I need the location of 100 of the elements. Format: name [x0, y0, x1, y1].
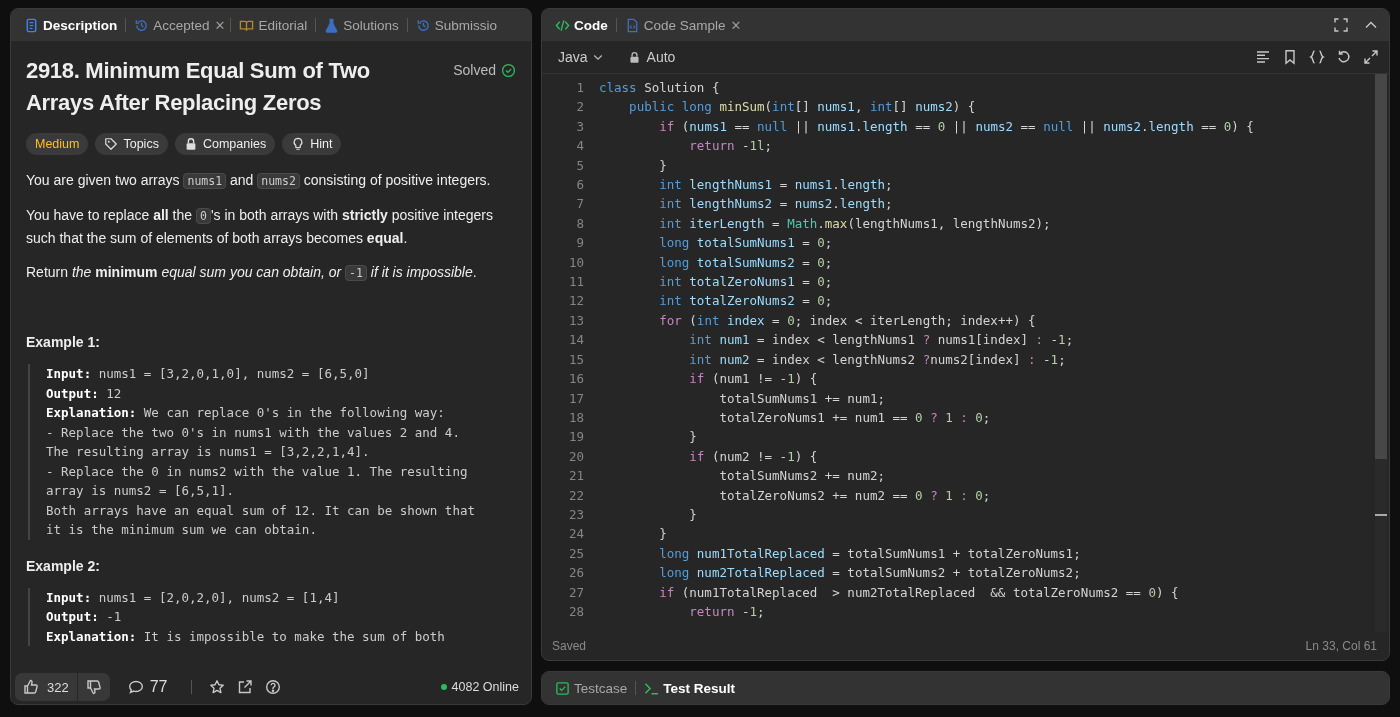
thumbs-down-icon	[85, 679, 102, 695]
line-number: 26	[567, 564, 584, 583]
tag-chip[interactable]: Hint	[282, 133, 342, 155]
example-line: Explanation: It is impossible to make the sum of both	[46, 627, 446, 646]
help-icon[interactable]	[264, 679, 281, 695]
save-status: Saved	[552, 639, 587, 653]
undo-icon[interactable]	[1336, 49, 1352, 65]
share-icon[interactable]	[236, 679, 253, 695]
example-heading: Example 1:	[26, 334, 101, 350]
lightbulb-icon	[291, 137, 306, 151]
panel-tab[interactable]: Solutions	[321, 17, 402, 33]
example-line: Input: nums1 = [3,2,0,1,0], nums2 = [6,5,0]	[46, 365, 371, 383]
panel-tab[interactable]: Editorial	[236, 17, 311, 33]
line-number: 8	[575, 214, 584, 233]
line-number: 24	[567, 525, 584, 544]
code-line: public long minSum(int[] nums1, int[] nums2) {	[628, 98, 977, 117]
comment-icon	[127, 679, 144, 695]
description-paragraph: You have to replace all the 0 's in both arrays with strictly positive integers such that the sum of elements of both arrays becomes equal.	[26, 206, 494, 248]
panel-tab[interactable]: Test Result	[641, 680, 739, 696]
problem-title: 2918. Minimum Equal Sum of Two Arrays After Replacing Zeros	[26, 57, 371, 117]
example-line: Both arrays have an equal sum of 12. It can be shown that it is the minimum sum we can obtain.	[46, 501, 476, 539]
line-number: 11	[567, 273, 584, 292]
description-paragraph: Return the minimum equal sum you can obtain, or -1 if it is impossible.	[26, 263, 478, 283]
code-line: }	[688, 505, 698, 524]
tag-icon	[104, 137, 119, 151]
example-line: Output: 12	[46, 384, 123, 403]
history-icon	[134, 17, 150, 33]
code-line: long num2TotalReplaced = totalSumNums2 + totalZeroNums2;	[658, 564, 1082, 583]
difficulty-badge: Medium	[26, 133, 89, 155]
code-line: if (num1 != -1) {	[688, 370, 819, 389]
example-line: Explanation: We can replace 0's in the following way:	[46, 404, 446, 422]
code-line: totalSumNums1 += num1;	[718, 389, 886, 408]
checkbox-icon	[555, 680, 570, 696]
code-line: if (num1TotalReplaced > num2TotalReplaced && totalZeroNums2 == 0) {	[658, 583, 1180, 602]
thumbs-up-icon	[23, 679, 39, 695]
fullscreen-icon[interactable]	[1333, 17, 1349, 33]
solved-label: Solved	[453, 62, 496, 78]
code-line: for (int index = 0; index < iterLength; index++) {	[658, 311, 1037, 330]
code-line: }	[688, 428, 698, 447]
line-number: 9	[575, 234, 584, 253]
code-line: long totalSumNums2 = 0;	[658, 253, 834, 272]
code-line: class Solution {	[599, 79, 721, 97]
code-line: long totalSumNums1 = 0;	[658, 234, 834, 253]
align-left-icon[interactable]	[1255, 49, 1271, 65]
example-line: - Replace the 0 in nums2 with the value 1. The resulting array is nums2 = [6,5,1].	[46, 462, 469, 500]
line-number: 7	[575, 195, 584, 214]
line-number: 18	[567, 408, 584, 427]
example-line: Output: -1	[46, 608, 123, 626]
panel-tab[interactable]: Submissio	[412, 17, 501, 33]
panel-tab[interactable]: Code Sample	[621, 17, 729, 33]
code-line: if (num2 != -1) {	[688, 447, 819, 466]
check-circle-icon	[501, 62, 516, 78]
tag-chip[interactable]: Topics	[95, 133, 168, 155]
code-line: int lengthNums2 = nums2.length;	[658, 195, 894, 214]
line-number: 1	[575, 79, 584, 97]
code-line: int totalZeroNums1 = 0;	[658, 273, 834, 292]
bookmark-icon[interactable]	[1282, 49, 1298, 65]
mode-label: Auto	[646, 49, 676, 65]
braces-icon[interactable]	[1309, 49, 1325, 65]
code-line: return -1l;	[688, 137, 774, 156]
line-number: 28	[567, 602, 584, 621]
close-tab-icon[interactable]: ✕	[214, 17, 226, 33]
description-paragraph: You are given two arrays nums1 and nums2 consisting of positive integers.	[26, 171, 492, 191]
line-number: 17	[567, 389, 584, 408]
code-line: }	[658, 156, 668, 175]
code-line: int num2 = index < lengthNums2 ?nums2[index] : -1;	[688, 350, 1067, 369]
line-number: 22	[567, 486, 584, 505]
panel-tab[interactable]: Testcase	[552, 680, 631, 696]
star-icon[interactable]	[208, 679, 225, 695]
line-number: 16	[567, 370, 584, 389]
line-number: 25	[567, 544, 584, 563]
online-dot	[440, 684, 447, 690]
tag-chip[interactable]: Companies	[174, 133, 276, 155]
code-line: totalZeroNums2 += num2 == 0 ? 1 : 0;	[718, 486, 992, 505]
code-line: totalSumNums2 += num2;	[718, 467, 886, 486]
line-number: 21	[567, 467, 584, 486]
cursor-position: Ln 33, Col 61	[1305, 639, 1377, 653]
line-number: 10	[567, 253, 584, 272]
panel-tab[interactable]: Accepted	[131, 17, 213, 33]
panel-tab[interactable]: Description	[21, 17, 121, 33]
code-line: int iterLength = Math.max(lengthNums1, lengthNums2);	[658, 214, 1052, 233]
example-heading: Example 2:	[26, 557, 101, 574]
code-line: long num1TotalReplaced = totalSumNums1 + totalZeroNums1;	[658, 544, 1082, 563]
line-number: 3	[575, 117, 584, 136]
code-line: int lengthNums1 = nums1.length;	[658, 176, 894, 195]
language-dropdown[interactable]: Java	[552, 48, 610, 66]
line-number: 13	[567, 311, 584, 330]
example-line: Input: nums1 = [2,0,2,0], nums2 = [1,4]	[46, 588, 341, 607]
code-line: int num1 = index < lengthNums1 ? nums1[index] : -1;	[688, 331, 1075, 350]
code-line: if (nums1 == null || nums1.length == 0 || nums2 == null || nums2.length == 0) {	[658, 117, 1254, 136]
line-number: 4	[575, 137, 584, 156]
panel-tab[interactable]: Code	[552, 17, 611, 33]
line-number: 15	[567, 350, 584, 369]
close-tab-icon[interactable]: ✕	[730, 17, 742, 33]
line-number: 5	[575, 156, 584, 175]
scrollbar[interactable]	[1375, 74, 1387, 632]
comments-button[interactable]: 77	[121, 677, 174, 697]
line-number: 12	[567, 292, 584, 311]
history-icon	[415, 17, 431, 33]
expand-icon[interactable]	[1363, 49, 1379, 65]
